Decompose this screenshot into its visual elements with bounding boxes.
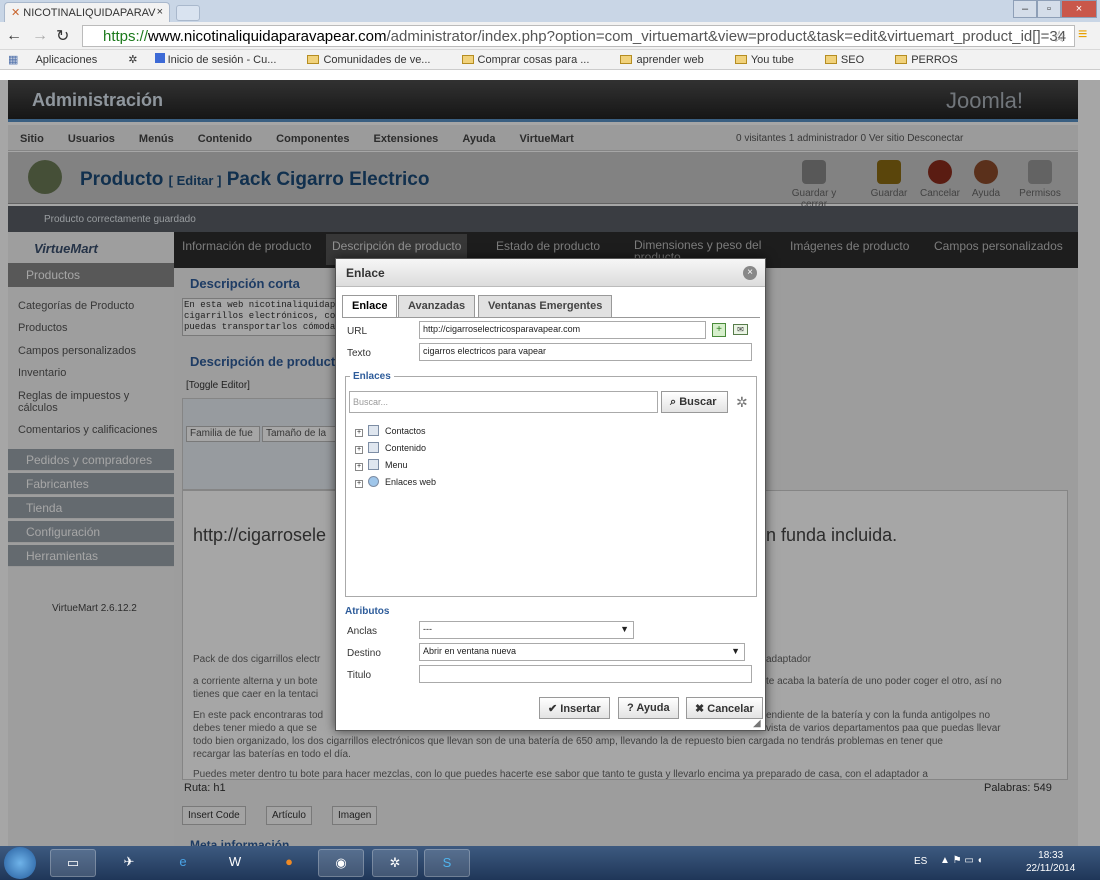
start-button[interactable] xyxy=(4,847,36,879)
text-label: Texto xyxy=(347,348,371,359)
language-indicator[interactable]: ES xyxy=(914,856,927,867)
help-button[interactable]: ? Ayuda xyxy=(618,697,679,719)
search-input[interactable]: Buscar... xyxy=(349,391,658,413)
settings-icon[interactable]: ✲ xyxy=(128,54,137,66)
attributes-legend: Atributos xyxy=(342,606,393,617)
bookmark-apps[interactable]: ▦ Aplicaciones xyxy=(8,54,111,66)
bookmarks-bar: ▦ Aplicaciones ✲ Inicio de sesión - Cu..… xyxy=(0,50,1100,70)
tab-close-icon[interactable]: × xyxy=(157,6,163,18)
chevron-down-icon: ▼ xyxy=(731,646,740,656)
chevron-down-icon: ▼ xyxy=(620,624,629,634)
target-select[interactable]: Abrir en ventana nueva ▼ xyxy=(419,643,745,661)
links-legend: Enlaces xyxy=(350,371,394,382)
resize-handle[interactable]: ◢ xyxy=(753,718,761,729)
expand-icon[interactable]: + xyxy=(355,480,363,488)
minimize-button[interactable]: – xyxy=(1013,0,1037,18)
url-field[interactable]: http://cigarroselectricosparavapear.com xyxy=(419,321,706,339)
close-window-button[interactable]: × xyxy=(1061,0,1097,18)
firefox-icon[interactable]: ● xyxy=(266,849,312,877)
bookmark-item[interactable]: SEO xyxy=(824,54,878,66)
expand-icon[interactable]: + xyxy=(355,446,363,454)
anchors-label: Anclas xyxy=(347,626,378,637)
bookmark-item[interactable]: Comprar cosas para ... xyxy=(461,54,604,66)
dialog-title: Enlace xyxy=(346,266,385,280)
expand-icon[interactable]: + xyxy=(355,463,363,471)
forward-icon[interactable]: → xyxy=(32,27,48,45)
bookmark-item[interactable]: Inicio de sesión - Cu... xyxy=(154,53,291,66)
anchors-select[interactable]: --- ▼ xyxy=(419,621,634,639)
word-icon[interactable]: W xyxy=(212,849,258,877)
favicon-icon: ✕ xyxy=(11,7,24,19)
check-icon: ✔ xyxy=(548,703,561,715)
bookmark-star-icon[interactable]: ☆ xyxy=(1052,27,1066,47)
tab-title: NICOTINALIQUIDAPARAV xyxy=(23,7,156,19)
bookmark-item[interactable]: You tube xyxy=(734,54,808,66)
target-label: Destino xyxy=(347,648,381,659)
skype-icon[interactable]: S xyxy=(424,849,470,877)
browser-tab[interactable]: ✕ NICOTINALIQUIDAPARAV × xyxy=(4,2,170,22)
close-icon: ✖ xyxy=(695,703,708,715)
add-link-icon[interactable]: + xyxy=(712,323,726,337)
bookmark-item[interactable]: Comunidades de ve... xyxy=(307,54,444,66)
clock[interactable]: 18:33 22/11/2014 xyxy=(1026,849,1075,875)
app-icon[interactable]: ✈ xyxy=(106,849,152,877)
menu-icon xyxy=(368,459,379,470)
reload-icon[interactable]: ↻ xyxy=(56,26,69,46)
expand-icon[interactable]: + xyxy=(355,429,363,437)
globe-icon xyxy=(368,476,379,487)
url-label: URL xyxy=(347,326,368,337)
title-field[interactable] xyxy=(419,665,752,683)
app-icon[interactable]: ✲ xyxy=(372,849,418,877)
tab-advanced[interactable]: Avanzadas xyxy=(398,295,476,317)
cancel-button[interactable]: ✖ Cancelar xyxy=(686,697,763,719)
title-label: Titulo xyxy=(347,670,372,681)
search-icon: ⌕ xyxy=(670,396,680,408)
help-icon: ? xyxy=(627,702,637,714)
email-icon[interactable]: ✉ xyxy=(733,324,748,335)
menu-icon[interactable]: ≡ xyxy=(1078,26,1087,44)
internet-explorer-icon[interactable]: e xyxy=(160,849,206,877)
dialog-header: Enlace xyxy=(336,259,765,287)
tree-item-contacts[interactable]: + Contactos xyxy=(355,425,426,437)
tab-link[interactable]: Enlace xyxy=(342,295,398,318)
tree-item-menu[interactable]: + Menu xyxy=(355,459,408,471)
new-tab-button[interactable] xyxy=(176,5,200,21)
bookmark-item[interactable]: aprender web xyxy=(620,54,717,66)
tab-popups[interactable]: Ventanas Emergentes xyxy=(478,295,613,317)
content-icon xyxy=(368,442,379,453)
insert-button[interactable]: ✔ Insertar xyxy=(539,697,610,719)
tree-item-content[interactable]: + Contenido xyxy=(355,442,426,454)
explorer-icon[interactable]: ▭ xyxy=(50,849,96,877)
chrome-icon[interactable]: ◉ xyxy=(318,849,364,877)
close-dialog-icon[interactable]: × xyxy=(743,266,757,280)
bookmark-item[interactable]: PERROS xyxy=(895,54,971,66)
address-bar[interactable]: https://www.nicotinaliquidaparavapear.co… xyxy=(82,25,1075,47)
contacts-icon xyxy=(368,425,379,436)
link-dialog: Enlace × Enlace Avanzadas Ventanas Emerg… xyxy=(335,258,766,731)
tray-icons[interactable]: ▲ ⚑ ▭ ◖ xyxy=(940,855,983,866)
text-field[interactable]: cigarros electricos para vapear xyxy=(419,343,752,361)
maximize-button[interactable]: ▫ xyxy=(1037,0,1061,18)
gear-icon[interactable]: ✲ xyxy=(736,394,748,411)
back-icon[interactable]: ← xyxy=(6,27,22,45)
search-button[interactable]: ⌕ Buscar xyxy=(661,391,728,413)
tree-item-weblinks[interactable]: + Enlaces web xyxy=(355,476,436,488)
